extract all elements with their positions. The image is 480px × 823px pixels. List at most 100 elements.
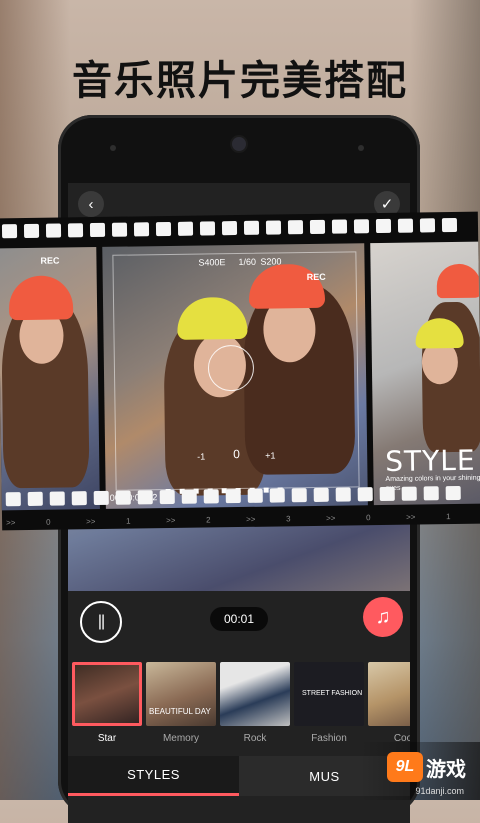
sprocket-hole [27,491,43,506]
watermark-logo: 9L 游戏 [387,752,466,782]
sprocket-hole [221,221,238,236]
film-frame-number: 1 [445,512,451,522]
watermark-url: 91danji.com [415,786,464,796]
style-item-star[interactable]: Star [72,662,142,744]
film-frame-number: >> [6,518,16,528]
scale-label: +1 [265,450,276,461]
style-thumbnail [220,662,290,726]
film-strip: REC S400E 1/60 S200 REC -1 0 +1 00:00:03… [0,211,480,531]
style-item-fashion[interactable]: STREET FASHION Fashion [294,662,364,744]
promo-headline: 音乐照片完美搭配 [72,58,408,104]
sprocket-hole [353,219,370,234]
playback-time: 00:01 [210,607,268,631]
film-frame-number: 2 [206,515,211,525]
film-frame-number: 0 [46,517,51,527]
sprocket-hole [155,221,172,237]
thumb-caption: BEAUTIFUL DAY [149,707,211,716]
check-icon: ✓ [380,196,394,213]
phone-sensor-dot [110,145,116,151]
style-thumbnail: STREET FASHION [294,662,364,726]
sprocket-hole [133,222,150,237]
sprocket-hole [49,491,65,506]
tab-styles[interactable]: STYLES [68,756,239,796]
sprocket-hole [401,486,417,501]
rec-label: REC [306,271,326,283]
iso-label: S400E [198,257,226,268]
sprocket-hole [357,487,373,502]
watermark-logo-mark: 9L [387,752,423,782]
style-thumbnail [368,662,410,726]
film-frame-left: REC [0,246,100,511]
style-label: Memory [162,733,200,744]
style-label: Rock [243,733,267,744]
sprocket-hole [269,488,285,503]
sprocket-hole [419,218,436,233]
site-watermark: 9L 游戏 91danji.com [360,742,480,800]
sprocket-hole [309,219,326,235]
film-frame-number: 1 [126,516,131,526]
back-button[interactable]: ‹ [78,191,104,217]
sprocket-hole [23,223,40,239]
pause-icon: || [97,613,105,630]
sprocket-hole [1,224,18,239]
sprocket-hole [199,221,216,236]
sprocket-hole [313,487,329,502]
style-item-coo[interactable]: Coo [368,662,410,744]
sprocket-hole [397,218,414,233]
film-sprocket-row-top [0,217,478,245]
sprocket-hole [5,492,21,507]
scale-label: 0 [233,447,240,462]
film-frame-number: 3 [286,514,291,524]
sprocket-hole [445,485,461,501]
sprocket-hole [93,490,109,506]
film-frame-number: >> [86,517,96,527]
wb-label: S200 [260,256,282,267]
style-item-memory[interactable]: BEAUTIFUL DAY Memory [146,662,216,744]
sprocket-hole [225,489,241,504]
thumb-caption: STREET FASHION [302,690,363,697]
sprocket-hole [177,221,194,236]
film-frame-number: >> [246,514,256,524]
style-item-rock[interactable]: Rock [220,662,290,744]
sprocket-hole [291,488,307,503]
music-button[interactable]: ♫ [363,597,403,637]
sprocket-hole [67,223,84,238]
film-frame-number: >> [405,512,416,522]
sprocket-hole [287,220,304,235]
sprocket-hole [203,489,219,504]
phone-sensor-dot [358,145,364,151]
sprocket-hole [115,490,131,505]
pause-button[interactable]: || [80,601,122,643]
style-watermark-text: STYLE [385,443,476,478]
rec-label: REC [40,255,60,266]
sprocket-hole [181,489,197,504]
sprocket-hole [159,489,175,505]
music-note-icon: ♫ [375,605,391,628]
sprocket-hole [265,220,282,235]
sprocket-hole [137,490,153,505]
back-icon: ‹ [88,195,94,213]
style-thumbnail: BEAUTIFUL DAY [146,662,216,726]
style-label: Fashion [311,733,347,744]
style-label: Star [97,733,117,744]
style-picker: Star BEAUTIFUL DAY Memory Rock STREET FA… [68,656,410,746]
sprocket-hole [111,222,128,237]
sprocket-hole [71,491,87,506]
shutter-label: 1/60 [238,256,257,268]
sprocket-hole [335,487,351,502]
scale-label: -1 [197,451,206,462]
player-controls: || 00:01 ♫ [68,591,410,656]
sprocket-hole [247,488,263,503]
sprocket-hole [423,486,439,501]
watermark-logo-text: 游戏 [426,756,466,781]
sprocket-hole [89,222,106,238]
film-frame-number: >> [326,513,336,523]
sprocket-hole [375,218,392,234]
sprocket-hole [243,220,260,235]
style-thumbnail [72,662,142,726]
sprocket-hole [441,217,458,233]
sprocket-hole [45,223,62,238]
beanie-red [8,275,74,321]
film-frame-main: S400E 1/60 S200 REC -1 0 +1 00:00:03:22 [102,243,368,509]
beanie-red [436,263,480,299]
